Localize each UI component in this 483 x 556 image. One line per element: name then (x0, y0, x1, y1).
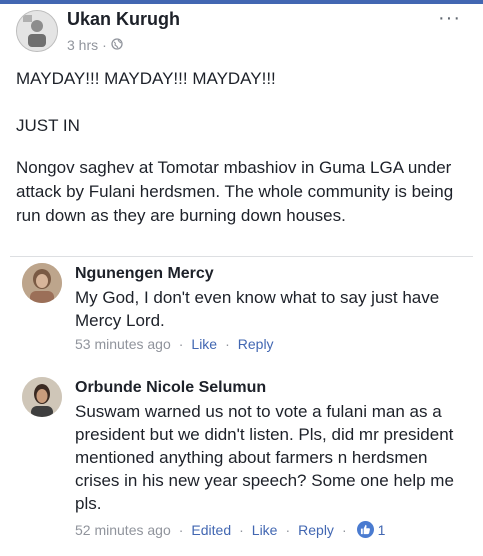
action-separator: · (178, 521, 184, 538)
post-meta: 3 hrs · (67, 37, 123, 53)
top-bar (0, 0, 483, 4)
reply-button[interactable]: Reply (238, 336, 274, 352)
meta-separator: · (102, 37, 107, 53)
commenter-avatar[interactable] (22, 377, 62, 417)
post-line-body: Nongov saghev at Tomotar mbashiov in Gum… (16, 158, 454, 225)
action-separator: · (285, 521, 291, 538)
comments-divider (10, 256, 473, 257)
comment-timestamp[interactable]: 52 minutes ago (75, 522, 171, 538)
action-separator: · (178, 336, 184, 352)
action-separator: · (225, 336, 230, 352)
like-button[interactable]: Like (191, 336, 217, 352)
comment-author-name[interactable]: Ngunengen Mercy (75, 265, 214, 283)
post-line-just-in: JUST IN (16, 116, 80, 135)
globe-icon (111, 37, 123, 53)
comment-text: My God, I don't even know what to say ju… (75, 288, 440, 330)
thumbs-up-icon[interactable] (356, 521, 374, 538)
action-separator: · (341, 521, 347, 538)
author-avatar[interactable] (16, 10, 58, 52)
edited-label[interactable]: Edited (191, 522, 231, 538)
like-button[interactable]: Like (252, 522, 278, 538)
reply-button[interactable]: Reply (298, 522, 334, 538)
post-timestamp[interactable]: 3 hrs (67, 37, 98, 53)
action-separator: · (239, 521, 244, 538)
comment-author-name[interactable]: Orbunde Nicole Selumun (75, 379, 266, 397)
post-author-name[interactable]: Ukan Kurugh (67, 9, 180, 30)
more-options-button[interactable]: ··· (438, 7, 461, 30)
commenter-avatar[interactable] (22, 263, 62, 303)
comment-actions: 53 minutes ago · Like · Reply (75, 336, 274, 352)
comment-text: Suswam warned us not to vote a fulani ma… (75, 402, 454, 513)
post-line-mayday: MAYDAY!!! MAYDAY!!! MAYDAY!!! (16, 69, 276, 88)
comment-timestamp[interactable]: 53 minutes ago (75, 336, 171, 352)
comment-actions: 52 minutes ago · Edited · Like · Reply ·… (75, 521, 385, 538)
reaction-count[interactable]: 1 (378, 522, 386, 538)
